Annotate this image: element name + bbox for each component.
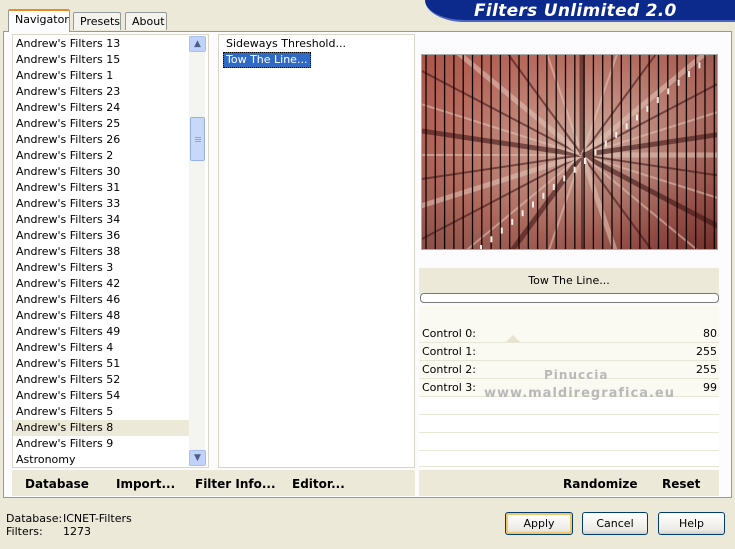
category-item[interactable]: Astronomy — [13, 452, 189, 467]
editor-button[interactable]: Editor... — [292, 477, 345, 491]
control-label: Control 2: — [422, 363, 476, 376]
filter-preview-image — [421, 54, 718, 250]
category-list[interactable]: Andrew's Filters 13 Andrew's Filters 15 An… — [12, 34, 209, 468]
help-button[interactable]: Help — [658, 512, 725, 535]
import-button[interactable]: Import... — [116, 477, 175, 491]
category-item[interactable]: Andrew's Filters 38 — [13, 244, 189, 260]
tab-navigator[interactable]: Navigator — [8, 9, 70, 32]
control-label: Control 0: — [422, 327, 476, 340]
reset-button[interactable]: Reset — [662, 477, 700, 491]
chevron-down-icon: ▼ — [194, 453, 201, 463]
category-item[interactable]: Andrew's Filters 30 — [13, 164, 189, 180]
category-item[interactable]: Andrew's Filters 49 — [13, 324, 189, 340]
category-item[interactable]: Andrew's Filters 5 — [13, 404, 189, 420]
control-value: 99 — [703, 381, 717, 394]
category-item[interactable]: Andrew's Filters 24 — [13, 100, 189, 116]
filters-count-value: 1273 — [63, 525, 91, 538]
category-item[interactable]: Andrew's Filters 42 — [13, 276, 189, 292]
apply-button[interactable]: Apply — [505, 512, 573, 535]
category-item[interactable]: Andrew's Filters 54 — [13, 388, 189, 404]
database-button[interactable]: Database — [25, 477, 89, 491]
control-label: Control 1: — [422, 345, 476, 358]
category-item[interactable]: Andrew's Filters 3 — [13, 260, 189, 276]
category-item[interactable]: Andrew's Filters 33 — [13, 196, 189, 212]
category-item[interactable]: Andrew's Filters 15 — [13, 52, 189, 68]
empty-control-row — [419, 433, 719, 451]
empty-control-row — [419, 451, 719, 467]
category-item[interactable]: Andrew's Filters 9 — [13, 436, 189, 452]
tab-about[interactable]: About — [125, 12, 167, 30]
category-item[interactable]: Andrew's Filters 26 — [13, 132, 189, 148]
progress-bar — [420, 293, 719, 303]
scroll-up-button[interactable]: ▲ — [189, 36, 206, 52]
filters-count-label: Filters: — [6, 525, 43, 538]
scrollbar-thumb[interactable] — [190, 117, 205, 161]
category-scrollbar[interactable] — [189, 36, 205, 466]
control-value: 255 — [696, 345, 717, 358]
watermark-url: www.maldiregrafica.eu — [484, 386, 675, 401]
category-item[interactable]: Andrew's Filters 8 — [13, 420, 189, 436]
category-item[interactable]: Andrew's Filters 1 — [13, 68, 189, 84]
category-item[interactable]: Andrew's Filters 36 — [13, 228, 189, 244]
category-item[interactable]: Andrew's Filters 51 — [13, 356, 189, 372]
category-item[interactable]: Andrew's Filters 34 — [13, 212, 189, 228]
slider-marker-icon — [506, 335, 520, 342]
empty-control-row — [419, 415, 719, 433]
category-item[interactable]: Andrew's Filters 2 — [13, 148, 189, 164]
filter-list[interactable]: Sideways Threshold... Tow The Line... — [218, 34, 415, 468]
category-item[interactable]: Andrew's Filters 23 — [13, 84, 189, 100]
control-slider-1[interactable]: Control 1: 255 — [419, 343, 719, 361]
tab-presets[interactable]: Presets — [73, 12, 121, 30]
filter-item[interactable]: Sideways Threshold... — [223, 36, 346, 52]
category-item[interactable]: Andrew's Filters 46 — [13, 292, 189, 308]
database-value: ICNET-Filters — [63, 512, 132, 525]
category-item[interactable]: Andrew's Filters 13 — [13, 36, 189, 52]
category-item[interactable]: Andrew's Filters 31 — [13, 180, 189, 196]
category-item[interactable]: Andrew's Filters 48 — [13, 308, 189, 324]
filter-info-button[interactable]: Filter Info... — [195, 477, 276, 491]
scroll-down-button[interactable]: ▼ — [189, 450, 206, 466]
control-slider-0[interactable]: Control 0: 80 — [419, 325, 719, 343]
category-item[interactable]: Andrew's Filters 52 — [13, 372, 189, 388]
control-value: 255 — [696, 363, 717, 376]
chevron-up-icon: ▲ — [194, 39, 201, 49]
selected-filter-name: Tow The Line... — [528, 274, 610, 287]
banner-title: Filters Unlimited 2.0 — [474, 1, 677, 21]
database-label: Database: — [6, 512, 63, 525]
category-item[interactable]: Andrew's Filters 25 — [13, 116, 189, 132]
control-value: 80 — [703, 327, 717, 340]
watermark-name: Pinuccia — [544, 368, 609, 382]
category-item[interactable]: Andrew's Filters 4 — [13, 340, 189, 356]
control-label: Control 3: — [422, 381, 476, 394]
randomize-button[interactable]: Randomize — [563, 477, 637, 491]
filter-item[interactable]: Tow The Line... — [223, 52, 312, 68]
cancel-button[interactable]: Cancel — [582, 512, 648, 535]
